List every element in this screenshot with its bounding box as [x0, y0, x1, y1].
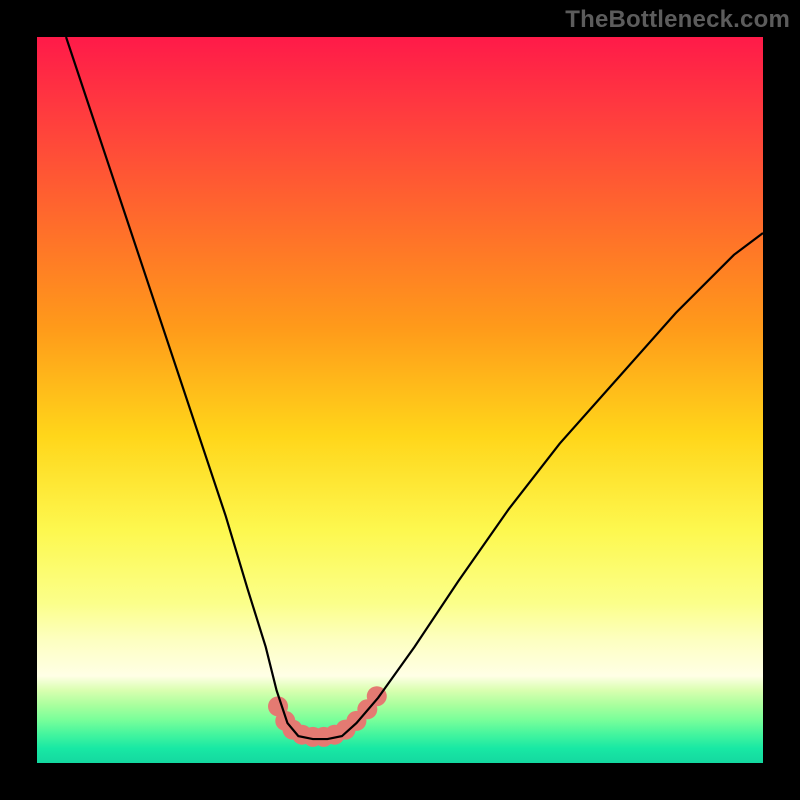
bottleneck-curve	[66, 37, 763, 739]
watermark-label: TheBottleneck.com	[565, 6, 790, 34]
chart-svg	[37, 37, 763, 763]
chart-frame: TheBottleneck.com	[0, 0, 800, 800]
plot-area	[37, 37, 763, 763]
